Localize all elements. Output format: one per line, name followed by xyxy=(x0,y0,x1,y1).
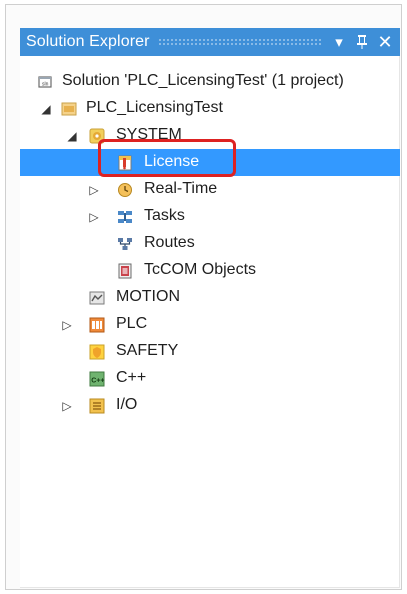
tree-item-tasks[interactable]: ▷ Tasks xyxy=(20,203,400,230)
tree-item-tccom-objects[interactable]: TcCOM Objects xyxy=(20,257,400,284)
solution-explorer-panel: Solution Explorer ▾ ✕ sln Solution 'PLC_… xyxy=(20,28,400,588)
tree-item-routes[interactable]: Routes xyxy=(20,230,400,257)
window-title: Solution Explorer xyxy=(26,33,150,50)
pin-icon[interactable] xyxy=(353,33,371,51)
svg-text:sln: sln xyxy=(42,81,49,87)
safety-icon xyxy=(88,343,106,361)
collapsed-icon[interactable]: ▷ xyxy=(60,318,74,332)
tree-item-label: PLC xyxy=(116,315,148,332)
tree-item-cpp[interactable]: C++ C++ xyxy=(20,365,400,392)
tree-item-license[interactable]: License xyxy=(20,149,400,176)
expanded-icon[interactable]: ◢ xyxy=(65,129,79,143)
collapsed-icon[interactable]: ▷ xyxy=(60,399,74,413)
tree-item-label: Tasks xyxy=(144,207,185,224)
tree-item-label: TcCOM Objects xyxy=(144,261,257,278)
tree-item-label: License xyxy=(144,153,200,170)
tree-item-label: I/O xyxy=(116,396,138,413)
tree-item-safety[interactable]: SAFETY xyxy=(20,338,400,365)
tree-item-project[interactable]: ◢ PLC_LicensingTest xyxy=(20,95,400,122)
tree-item-label: C++ xyxy=(116,369,147,386)
tccom-icon xyxy=(116,262,134,280)
collapsed-icon[interactable]: ▷ xyxy=(87,210,101,224)
realtime-icon xyxy=(116,181,134,199)
tree-item-label: MOTION xyxy=(116,288,180,305)
system-icon xyxy=(88,127,106,145)
tree-item-realtime[interactable]: ▷ Real-Time xyxy=(20,176,400,203)
cpp-icon: C++ xyxy=(88,370,106,388)
close-icon[interactable]: ✕ xyxy=(376,33,394,51)
io-icon xyxy=(88,397,106,415)
collapsed-icon[interactable]: ▷ xyxy=(87,183,101,197)
tree-item-label: SYSTEM xyxy=(116,126,182,143)
project-icon xyxy=(60,100,78,118)
tree-item-plc[interactable]: ▷ PLC xyxy=(20,311,400,338)
tree-item-io[interactable]: ▷ I/O xyxy=(20,392,400,419)
tasks-icon xyxy=(116,208,134,226)
motion-icon xyxy=(88,289,106,307)
tree-item-label: Real-Time xyxy=(144,180,218,197)
tree-item-label: PLC_LicensingTest xyxy=(86,99,223,116)
titlebar[interactable]: Solution Explorer ▾ ✕ xyxy=(20,28,400,56)
svg-text:C++: C++ xyxy=(91,377,104,384)
license-icon xyxy=(116,154,134,172)
solution-tree: sln Solution 'PLC_LicensingTest' (1 proj… xyxy=(20,68,400,419)
dropdown-arrow-icon[interactable]: ▾ xyxy=(330,33,348,51)
tree-item-solution[interactable]: sln Solution 'PLC_LicensingTest' (1 proj… xyxy=(20,68,400,95)
tree-item-label: SAFETY xyxy=(116,342,179,359)
expanded-icon[interactable]: ◢ xyxy=(39,102,53,116)
plc-icon xyxy=(88,316,106,334)
routes-icon xyxy=(116,235,134,253)
solution-icon: sln xyxy=(36,73,54,91)
tree-item-label: Routes xyxy=(144,234,195,251)
tree-item-system[interactable]: ◢ SYSTEM xyxy=(20,122,400,149)
tree-item-label: Solution 'PLC_LicensingTest' (1 project) xyxy=(62,72,344,89)
tree-item-motion[interactable]: MOTION xyxy=(20,284,400,311)
titlebar-grip[interactable] xyxy=(157,38,322,46)
